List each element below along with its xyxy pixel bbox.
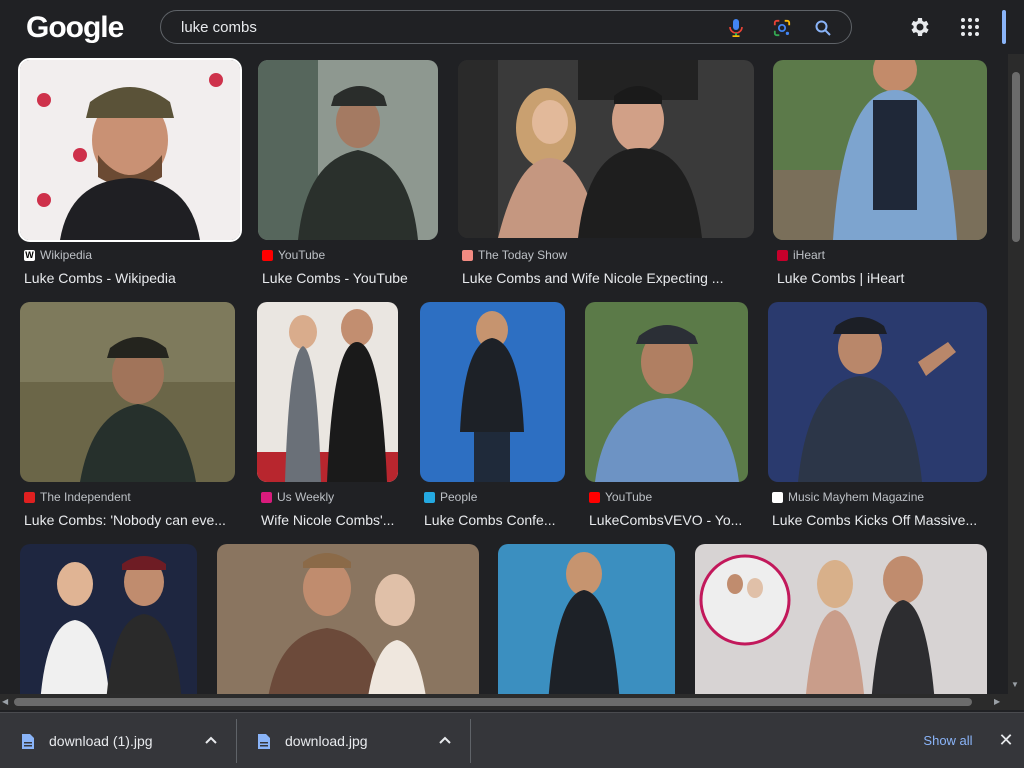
scroll-down-arrow-icon[interactable]: ▼ (1011, 680, 1019, 689)
result-thumbnail[interactable] (258, 60, 438, 240)
vertical-scrollbar[interactable]: ▼ (1008, 54, 1024, 694)
result-thumbnail[interactable] (458, 60, 754, 238)
scrollbar-corner (1008, 694, 1024, 710)
search-query-text[interactable]: luke combs (181, 19, 257, 36)
result-thumbnail[interactable] (420, 302, 565, 482)
result-title[interactable]: Luke Combs | iHeart (777, 270, 991, 286)
search-input[interactable]: luke combs (160, 10, 852, 44)
result-title[interactable]: Luke Combs: 'Nobody can eve... (24, 512, 239, 528)
wikipedia-favicon-icon: W (24, 249, 35, 261)
result-thumbnail[interactable] (773, 60, 987, 240)
account-button[interactable] (1002, 10, 1006, 44)
music-mayhem-favicon-icon (772, 491, 783, 503)
result-source: The Independent (24, 490, 131, 504)
result-source: YouTube (589, 490, 652, 504)
result-source: People (424, 490, 477, 504)
independent-favicon-icon (24, 491, 35, 503)
result-title[interactable]: Wife Nicole Combs'... (261, 512, 402, 528)
settings-gear-icon[interactable] (908, 15, 932, 39)
result-title[interactable]: Luke Combs and Wife Nicole Expecting ... (462, 270, 758, 286)
search-icon[interactable] (814, 19, 832, 37)
result-title[interactable]: Luke Combs - Wikipedia (24, 270, 244, 286)
result-source: W Wikipedia (24, 248, 93, 262)
search-header: Google luke combs (0, 0, 1024, 54)
result-source: The Today Show (462, 248, 567, 262)
download-item[interactable]: download.jpg (236, 719, 470, 763)
result-source: iHeart (777, 248, 825, 262)
people-favicon-icon (424, 491, 435, 503)
apps-grid-icon[interactable] (960, 17, 980, 37)
result-thumbnail[interactable] (257, 302, 398, 482)
file-icon (22, 733, 34, 749)
youtube-favicon-icon (262, 249, 273, 261)
download-item[interactable]: download (1).jpg (0, 719, 236, 763)
file-icon (258, 733, 270, 749)
download-divider (470, 719, 471, 763)
iheart-favicon-icon (777, 249, 788, 261)
result-thumbnail[interactable] (585, 302, 748, 482)
us-weekly-favicon-icon (261, 491, 272, 503)
result-thumbnail[interactable] (695, 544, 987, 694)
result-title[interactable]: Luke Combs Kicks Off Massive... (772, 512, 991, 528)
show-all-downloads-button[interactable]: Show all (912, 726, 984, 754)
download-shelf: download (1).jpg download.jpg Show all ✕ (0, 712, 1024, 768)
download-filename: download (1).jpg (49, 733, 153, 749)
result-source: Us Weekly (261, 490, 334, 504)
result-thumbnail[interactable] (217, 544, 479, 694)
result-thumbnail[interactable] (498, 544, 675, 694)
scroll-left-arrow-icon[interactable]: ◀ (2, 697, 8, 706)
result-title[interactable]: Luke Combs Confe... (424, 512, 569, 528)
chevron-up-icon[interactable] (204, 733, 218, 747)
result-title[interactable]: Luke Combs - YouTube (262, 270, 442, 286)
result-thumbnail[interactable] (20, 302, 235, 482)
youtube-favicon-icon (589, 491, 600, 503)
result-thumbnail[interactable] (18, 58, 242, 242)
vertical-scrollbar-thumb[interactable] (1012, 72, 1020, 242)
horizontal-scrollbar-thumb[interactable] (14, 698, 972, 706)
mic-icon[interactable] (727, 19, 745, 37)
close-icon[interactable]: ✕ (996, 730, 1016, 750)
google-logo[interactable]: Google (26, 11, 124, 45)
result-source: Music Mayhem Magazine (772, 490, 924, 504)
google-lens-icon[interactable] (773, 19, 791, 37)
scroll-right-arrow-icon[interactable]: ▶ (994, 697, 1000, 706)
chevron-up-icon[interactable] (438, 733, 452, 747)
horizontal-scrollbar[interactable]: ◀ ▶ (0, 694, 1008, 710)
result-thumbnail[interactable] (20, 544, 197, 694)
result-thumbnail[interactable] (768, 302, 987, 482)
image-results-grid: W Wikipedia Luke Combs - Wikipedia YouTu… (0, 54, 1008, 694)
result-source: YouTube (262, 248, 325, 262)
download-filename: download.jpg (285, 733, 368, 749)
today-show-favicon-icon (462, 249, 473, 261)
result-title[interactable]: LukeCombsVEVO - Yo... (589, 512, 752, 528)
